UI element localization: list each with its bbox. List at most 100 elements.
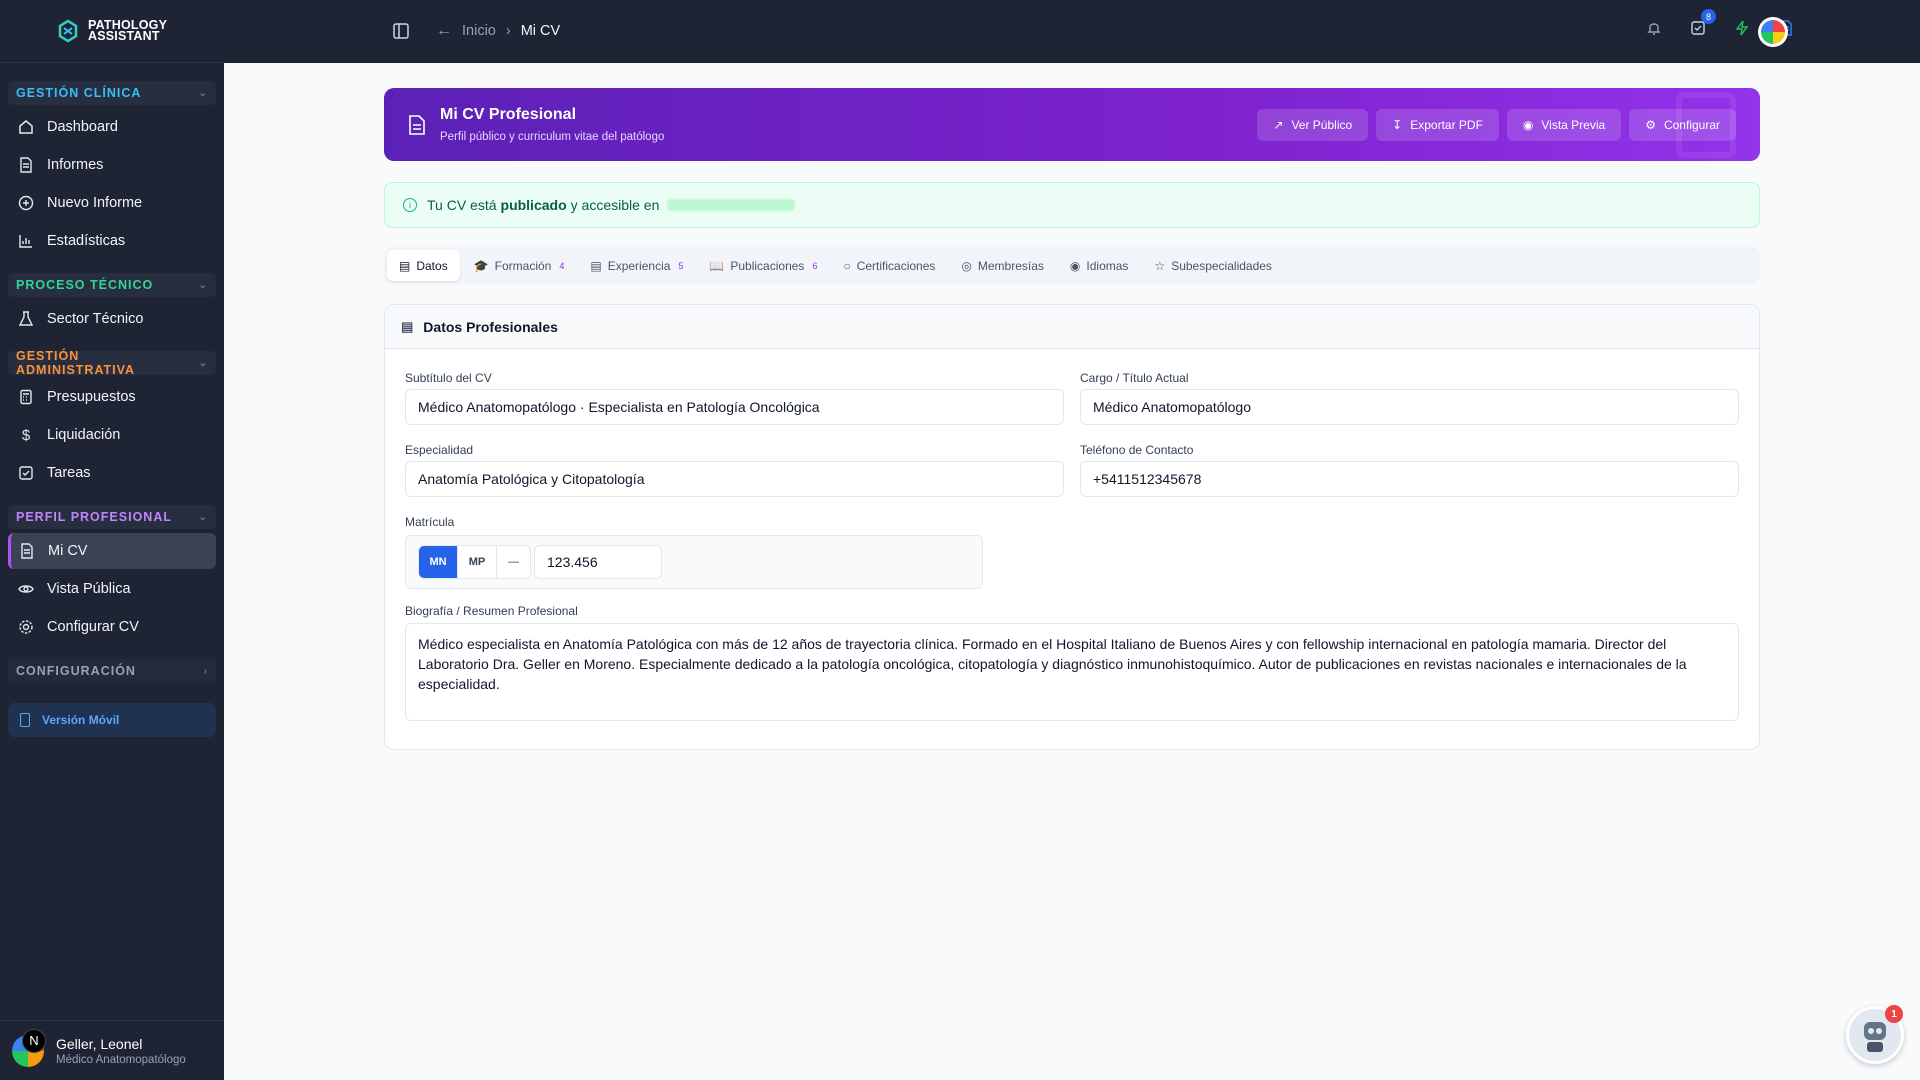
sidebar-item-mi-cv[interactable]: Mi CV <box>8 533 216 569</box>
notice-status: publicado <box>500 197 567 213</box>
sidebar-item-presupuestos[interactable]: Presupuestos <box>8 379 216 415</box>
lightning-icon[interactable] <box>1732 18 1752 38</box>
license-none-option[interactable]: — <box>497 546 530 578</box>
sidebar-item-sector-tecnico[interactable]: Sector Técnico <box>8 301 216 337</box>
tab-label: Datos <box>416 258 448 273</box>
user-role: Médico Anatomopatólogo <box>56 1053 186 1066</box>
configure-button[interactable]: ⚙ Configurar <box>1629 109 1736 141</box>
tab-count: 6 <box>812 260 818 271</box>
account-avatar[interactable] <box>1758 17 1788 47</box>
topbar: ← Inicio › Mi CV 8 <box>224 0 1920 63</box>
gear-icon <box>16 617 36 637</box>
breadcrumb-home[interactable]: Inicio <box>462 23 496 39</box>
professional-data-card: ▤ Datos Profesionales Subtítulo del CV M… <box>384 304 1760 750</box>
plus-circle-icon <box>16 193 36 213</box>
chevron-down-icon: ⌄ <box>198 279 208 291</box>
breadcrumb: ← Inicio › Mi CV <box>436 22 560 40</box>
section-gestion-clinica[interactable]: GESTIÓN CLÍNICA ⌄ <box>8 81 216 105</box>
back-arrow-icon[interactable]: ← <box>436 22 452 40</box>
star-icon: ☆ <box>1154 258 1166 273</box>
tab-datos[interactable]: ▤ Datos <box>387 250 460 281</box>
tab-formacion[interactable]: 🎓 Formación 4 <box>462 250 577 281</box>
view-public-button[interactable]: ↗ Ver Público <box>1257 109 1369 141</box>
sidebar-item-label: Estadísticas <box>47 233 126 249</box>
chevron-down-icon: ⌄ <box>198 87 208 99</box>
tasks-icon[interactable]: 8 <box>1688 9 1716 38</box>
button-label: Vista Previa <box>1541 118 1606 132</box>
sidebar-item-configurar-cv[interactable]: Configurar CV <box>8 609 216 645</box>
tab-label: Certificaciones <box>856 258 936 273</box>
specialty-input[interactable]: Anatomía Patológica y Citopatología <box>405 461 1064 497</box>
award-icon: ○ <box>843 258 851 273</box>
subtitle-input[interactable]: Médico Anatomopatólogo · Especialista en… <box>405 389 1064 425</box>
tab-count: 4 <box>559 260 565 271</box>
section-perfil-profesional[interactable]: PERFIL PROFESIONAL ⌄ <box>8 505 216 529</box>
tab-subespecialidades[interactable]: ☆ Subespecialidades <box>1142 250 1284 281</box>
tab-experiencia[interactable]: ▤ Experiencia 5 <box>578 250 695 281</box>
robot-icon <box>1864 1022 1886 1052</box>
page-subtitle: Perfil público y curriculum vitae del pa… <box>440 131 665 143</box>
user-profile[interactable]: N Geller, Leonel Médico Anatomopatólogo <box>0 1020 224 1080</box>
tab-label: Publicaciones <box>730 258 805 273</box>
preview-button[interactable]: ◉ Vista Previa <box>1506 109 1622 141</box>
section-configuracion[interactable]: CONFIGURACIÓN › <box>8 659 216 683</box>
tab-label: Subespecialidades <box>1171 258 1272 273</box>
specialty-label: Especialidad <box>405 443 474 457</box>
phone-icon <box>20 713 30 727</box>
globe-icon: ◎ <box>961 258 972 273</box>
bell-icon[interactable] <box>1644 18 1664 38</box>
public-url-link[interactable] <box>667 199 796 211</box>
section-proceso-tecnico[interactable]: PROCESO TÉCNICO ⌄ <box>8 273 216 297</box>
download-icon: ↧ <box>1392 118 1403 132</box>
tab-membresias[interactable]: ◎ Membresías <box>949 250 1056 281</box>
tab-idiomas[interactable]: ◉ Idiomas <box>1058 250 1141 281</box>
avatar-initial: N <box>22 1028 46 1053</box>
tab-certificaciones[interactable]: ○ Certificaciones <box>831 250 947 281</box>
flask-icon <box>16 309 36 329</box>
sidebar-item-label: Sector Técnico <box>47 311 144 327</box>
bio-label: Biografía / Resumen Profesional <box>405 604 578 618</box>
button-label: Ver Público <box>1291 118 1353 132</box>
section-gestion-administrativa[interactable]: GESTIÓN ADMINISTRATIVA ⌄ <box>8 349 216 377</box>
sidebar-item-dashboard[interactable]: Dashboard <box>8 109 216 145</box>
sidebar-item-vista-publica[interactable]: Vista Pública <box>8 571 216 607</box>
mobile-version-button[interactable]: Versión Móvil <box>8 703 216 737</box>
license-mp-option[interactable]: MP <box>458 546 497 578</box>
sidebar-item-informes[interactable]: Informes <box>8 147 216 183</box>
main-content: Mi CV Profesional Perfil público y curri… <box>384 88 1760 750</box>
eye-icon: ◉ <box>1522 118 1534 132</box>
sidebar-item-label: Configurar CV <box>47 619 139 635</box>
position-input[interactable]: Médico Anatomopatólogo <box>1080 389 1739 425</box>
tab-label: Experiencia <box>607 258 671 273</box>
export-pdf-button[interactable]: ↧ Exportar PDF <box>1376 109 1499 141</box>
bio-textarea[interactable]: Médico especialista en Anatomía Patológi… <box>405 623 1739 721</box>
license-type-toggle: MN MP — <box>418 545 531 579</box>
document-icon <box>17 541 37 561</box>
sidebar: PATHOLOGY ASSISTANT GESTIÓN CLÍNICA ⌄ Da… <box>0 0 224 1080</box>
sidebar-item-tareas[interactable]: Tareas <box>8 455 216 491</box>
sidebar-toggle-icon[interactable] <box>392 22 410 45</box>
phone-label: Teléfono de Contacto <box>1080 443 1194 457</box>
avatar: N <box>12 1028 46 1067</box>
button-label: Exportar PDF <box>1410 118 1483 132</box>
tab-label: Formación <box>494 258 552 273</box>
logo[interactable]: PATHOLOGY ASSISTANT <box>0 0 224 63</box>
document-icon <box>16 155 36 175</box>
chevron-down-icon: ⌄ <box>198 511 208 523</box>
tab-bar: ▤ Datos 🎓 Formación 4 ▤ Experiencia 5 📖 … <box>384 247 1760 284</box>
info-icon: i <box>403 198 417 212</box>
checkbox-icon <box>16 463 36 483</box>
tab-publicaciones[interactable]: 📖 Publicaciones 6 <box>697 250 829 281</box>
languages-icon: ◉ <box>1069 258 1081 273</box>
document-icon <box>409 115 425 135</box>
briefcase-icon: ▤ <box>401 318 414 334</box>
assistant-chat-button[interactable]: 1 <box>1846 1005 1904 1064</box>
bar-chart-icon <box>16 231 36 251</box>
phone-input[interactable]: +5411512345678 <box>1080 461 1739 497</box>
license-mn-option[interactable]: MN <box>419 546 458 578</box>
notice-text-pre: Tu CV está <box>427 197 497 213</box>
sidebar-item-estadisticas[interactable]: Estadísticas <box>8 223 216 259</box>
sidebar-item-liquidacion[interactable]: $ Liquidación <box>8 417 216 453</box>
sidebar-item-nuevo-informe[interactable]: Nuevo Informe <box>8 185 216 221</box>
license-number-input[interactable]: 123.456 <box>534 545 662 579</box>
